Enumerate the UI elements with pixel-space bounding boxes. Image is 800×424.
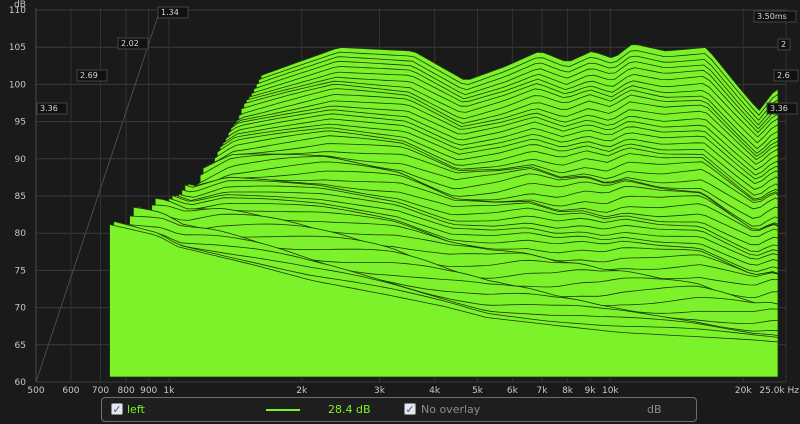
z-axis-label-right: 2 bbox=[781, 40, 786, 49]
x-tick-label: 7k bbox=[536, 386, 548, 396]
overlay-label: No overlay bbox=[421, 403, 481, 416]
y-tick-label: 75 bbox=[15, 266, 26, 276]
unit-label: dB bbox=[647, 403, 662, 416]
series-color-swatch bbox=[266, 409, 300, 411]
x-tick-label: 1k bbox=[163, 386, 175, 396]
z-axis-label-left: 2.69 bbox=[80, 71, 98, 80]
y-tick-label: 80 bbox=[15, 229, 27, 239]
y-tick-label: 105 bbox=[9, 43, 26, 53]
y-tick-label: 100 bbox=[9, 80, 26, 90]
waterfall-slices bbox=[109, 44, 779, 378]
y-tick-label: 90 bbox=[15, 155, 27, 165]
z-axis-label-left: 1.34 bbox=[161, 8, 179, 17]
x-tick-label: 6k bbox=[507, 386, 519, 396]
legend-bar: ✓ left 28.4 dB ✓ No overlay dB bbox=[101, 397, 697, 422]
x-tick-label: 8k bbox=[562, 386, 574, 396]
x-tick-label: 5k bbox=[472, 386, 484, 396]
x-tick-label: 600 bbox=[62, 386, 79, 396]
overlay-checkbox[interactable]: ✓ bbox=[404, 403, 416, 415]
x-tick-label: 25.0k Hz bbox=[759, 386, 799, 396]
series-level-readout: 28.4 dB bbox=[328, 403, 371, 416]
left-series-label: left bbox=[127, 403, 145, 416]
x-tick-label: 700 bbox=[92, 386, 109, 396]
left-series-checkbox[interactable]: ✓ bbox=[111, 403, 123, 415]
x-tick-label: 10k bbox=[602, 386, 619, 396]
z-axis-label-left: 3.36 bbox=[40, 104, 58, 113]
x-tick-label: 800 bbox=[118, 386, 135, 396]
x-tick-label: 20k bbox=[735, 386, 752, 396]
x-tick-label: 3k bbox=[374, 386, 386, 396]
z-axis-label-left: 2.02 bbox=[121, 39, 139, 48]
x-tick-label: 500 bbox=[27, 386, 44, 396]
z-axis-label-right: 3.50ms bbox=[757, 12, 787, 21]
y-tick-label: 60 bbox=[15, 378, 27, 388]
z-axis-label-right: 3.36 bbox=[770, 104, 788, 113]
x-tick-label: 2k bbox=[296, 386, 308, 396]
y-tick-label: 95 bbox=[15, 118, 26, 128]
waterfall-plot: 6065707580859095100105110dB500 600 700 800 9… bbox=[9, 0, 799, 396]
z-axis-label-right: 2.6 bbox=[777, 71, 790, 80]
y-tick-label: 85 bbox=[15, 192, 26, 202]
y-unit-label: dB bbox=[14, 0, 26, 10]
x-tick-label: 900 bbox=[140, 386, 157, 396]
y-tick-label: 65 bbox=[15, 341, 26, 351]
x-tick-label: 9k bbox=[585, 386, 597, 396]
y-tick-label: 70 bbox=[15, 304, 27, 314]
x-tick-label: 4k bbox=[429, 386, 441, 396]
